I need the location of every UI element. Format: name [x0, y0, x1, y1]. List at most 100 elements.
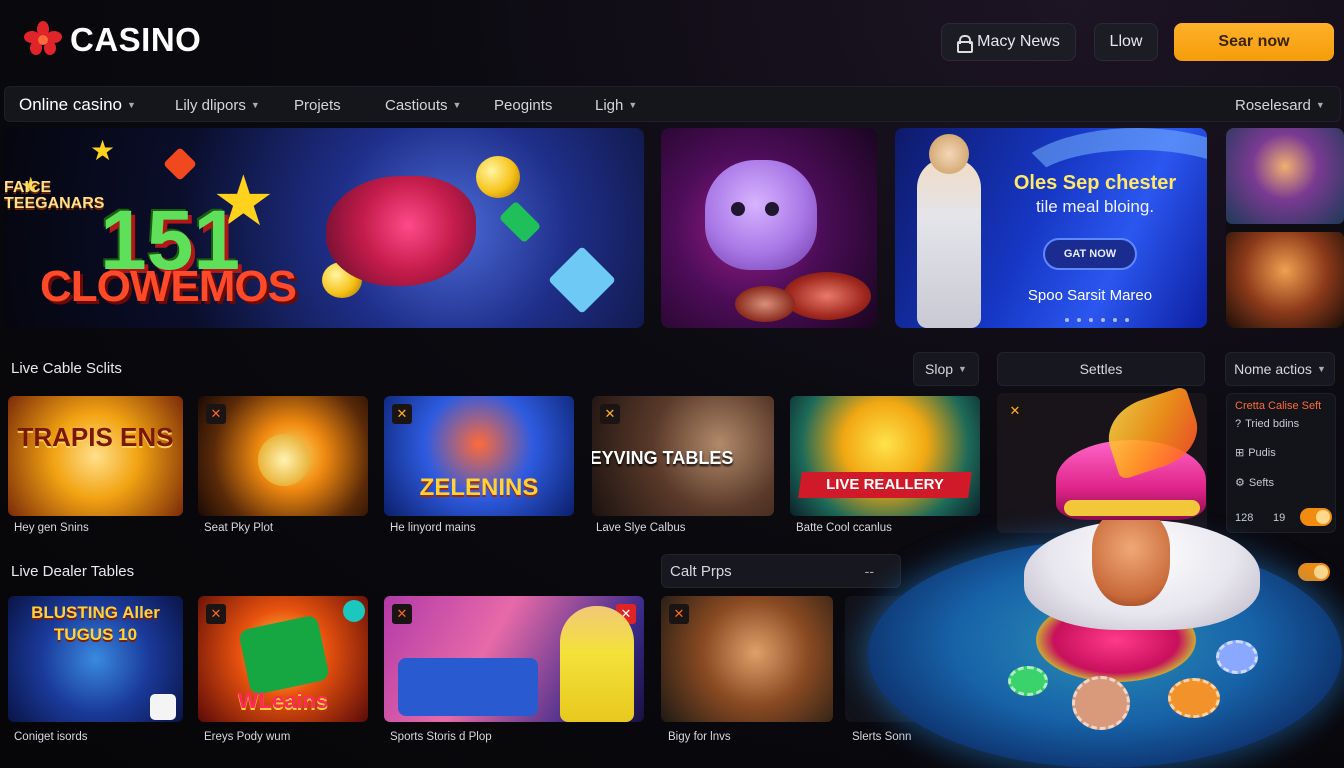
- nav-item-2[interactable]: Lily dlipors ▼: [175, 87, 260, 123]
- game-card[interactable]: BLUSTING Aller TUGUS 10: [8, 596, 183, 722]
- side-banner-text: FAICE TEEGANARS: [4, 179, 105, 212]
- actions-dropdown[interactable]: Nome actios ▼: [1225, 352, 1335, 386]
- game-card[interactable]: TRAPIS ENS: [8, 396, 183, 516]
- chevron-down-icon: ▼: [628, 100, 638, 110]
- banner-footer-text: Spoo Sarsit Mareo: [1027, 287, 1153, 304]
- game-title: BLUSTING Aller TUGUS 10: [31, 603, 160, 644]
- actions-label: Nome actios: [1234, 361, 1312, 377]
- grid-icon: ⊞: [1235, 447, 1245, 459]
- game-label: He linyord mains: [390, 522, 476, 534]
- section-title-live-cable: Live Cable Sclits: [11, 360, 122, 377]
- login-button[interactable]: Llow: [1094, 23, 1158, 61]
- x-badge-icon: ✕: [206, 604, 226, 624]
- nav-label: Online casino: [19, 95, 123, 114]
- banner-title: Oles Sep chester: [1013, 172, 1177, 194]
- chevron-down-icon: ▼: [1315, 100, 1325, 110]
- bear-character: [705, 160, 817, 270]
- side-thumb-cowgirl[interactable]: [1226, 232, 1344, 328]
- info-icon: [343, 600, 365, 622]
- panel-toggle[interactable]: [1300, 508, 1332, 526]
- carousel-dot[interactable]: [1101, 318, 1105, 322]
- news-button-label: Macy News: [977, 33, 1060, 50]
- game-card[interactable]: ✕ ZELENINS: [384, 396, 574, 516]
- calt-props-bar[interactable]: Calt Prps --: [661, 554, 901, 588]
- game-card[interactable]: ✕: [198, 396, 368, 516]
- game-art: [8, 396, 183, 516]
- game-title: ZELENINS: [419, 474, 539, 501]
- x-badge-icon: ✕: [206, 404, 226, 424]
- nav-item-3[interactable]: Projets: [294, 87, 341, 123]
- settles-button[interactable]: Settles: [997, 352, 1205, 386]
- table-scene: [398, 658, 538, 716]
- game-card[interactable]: ✕ ✕: [384, 596, 644, 722]
- wheel-icon: [258, 434, 310, 486]
- nav-label: Projets: [294, 96, 341, 114]
- carousel-dots[interactable]: [1065, 318, 1129, 322]
- nav-item-6[interactable]: Ligh ▼: [595, 87, 637, 123]
- promo-banner-side[interactable]: [1226, 128, 1344, 328]
- nav-item-right[interactable]: Roselesard ▼: [1235, 87, 1325, 123]
- chip-stack-icon: [735, 286, 795, 322]
- sort-dropdown[interactable]: Slop ▼: [913, 352, 979, 386]
- phoenix-character: [326, 176, 476, 286]
- news-button[interactable]: Macy News: [941, 23, 1076, 61]
- get-now-button[interactable]: GAT NOW: [1043, 238, 1137, 270]
- game-label: Seat Pky Plot: [204, 522, 274, 534]
- dancer-head: [929, 134, 969, 174]
- game-card[interactable]: ✕: [661, 596, 833, 722]
- nav-item-4[interactable]: Castiouts ▼: [385, 87, 461, 123]
- settles-label: Settles: [1079, 361, 1123, 377]
- game-art: [790, 396, 980, 516]
- game-label: Lave Slye Calbus: [596, 522, 686, 534]
- carousel-dot[interactable]: [1089, 318, 1093, 322]
- side-thumb-fairy[interactable]: [1226, 128, 1344, 224]
- panel-item-label: Pudis: [1248, 446, 1276, 459]
- carousel-dot[interactable]: [1065, 318, 1069, 322]
- lock-icon: [957, 35, 974, 53]
- panel-item[interactable]: ⚙ Sefts: [1235, 476, 1274, 490]
- panel-item[interactable]: ? Tried bdins: [1235, 418, 1299, 430]
- game-card[interactable]: ✕ REYVING TABLES: [592, 396, 774, 516]
- calt-props-label: Calt Prps: [670, 562, 732, 580]
- calt-props-arrows: --: [864, 563, 874, 579]
- panel-item[interactable]: ⊞ Pudis: [1235, 446, 1276, 460]
- casino-logo[interactable]: CASINO: [22, 20, 201, 60]
- section-toggle[interactable]: [1298, 563, 1330, 581]
- cta-button[interactable]: Sear now: [1174, 23, 1334, 61]
- nav-label: Roselesard: [1235, 96, 1311, 114]
- game-label: Bigy for lnvs: [668, 731, 731, 743]
- nav-label: Lily dlipors: [175, 96, 246, 114]
- bear-eye: [765, 202, 779, 216]
- item-icon: ?: [1235, 418, 1242, 430]
- carousel-dot[interactable]: [1125, 318, 1129, 322]
- chip-icon: [1216, 640, 1258, 674]
- panel-title: Cretta Calise Seft: [1235, 400, 1322, 412]
- game-label: Coniget isords: [14, 731, 88, 743]
- nav-item-online-casino[interactable]: Online casino ▼: [19, 87, 136, 123]
- login-button-label: Llow: [1109, 33, 1143, 50]
- spade-flower-icon: [24, 21, 62, 55]
- panel-stat-b: 19: [1273, 512, 1286, 524]
- game-card[interactable]: LIVE REALLERY: [790, 396, 980, 516]
- nav-label: Castiouts: [385, 96, 448, 114]
- chip-stack-icon: [783, 272, 871, 320]
- chevron-down-icon: ▼: [250, 100, 260, 110]
- mascot-face: [1092, 510, 1170, 606]
- dice-icon: [150, 694, 176, 720]
- cta-button-label: Sear now: [1218, 33, 1290, 50]
- dancer-figure: [917, 158, 981, 328]
- gear-icon: ⚙: [1235, 477, 1245, 489]
- chip-icon: [1008, 666, 1048, 696]
- logo-text: CASINO: [70, 21, 202, 58]
- promo-banner-bear[interactable]: [661, 128, 877, 328]
- carousel-dot[interactable]: [1077, 318, 1081, 322]
- x-badge-icon: ✕: [669, 604, 689, 624]
- nav-item-5[interactable]: Peogints: [494, 87, 552, 123]
- game-card[interactable]: ✕ WLeains: [198, 596, 368, 722]
- banner-subtitle: tile meal bloing.: [1035, 197, 1155, 216]
- game-title: TRAPIS ENS: [17, 422, 174, 452]
- chevron-down-icon: ▼: [1316, 364, 1326, 374]
- carousel-dot[interactable]: [1113, 318, 1117, 322]
- dealer-figure: [560, 606, 634, 722]
- top-header: CASINO Macy News Llow Sear now: [0, 0, 1344, 84]
